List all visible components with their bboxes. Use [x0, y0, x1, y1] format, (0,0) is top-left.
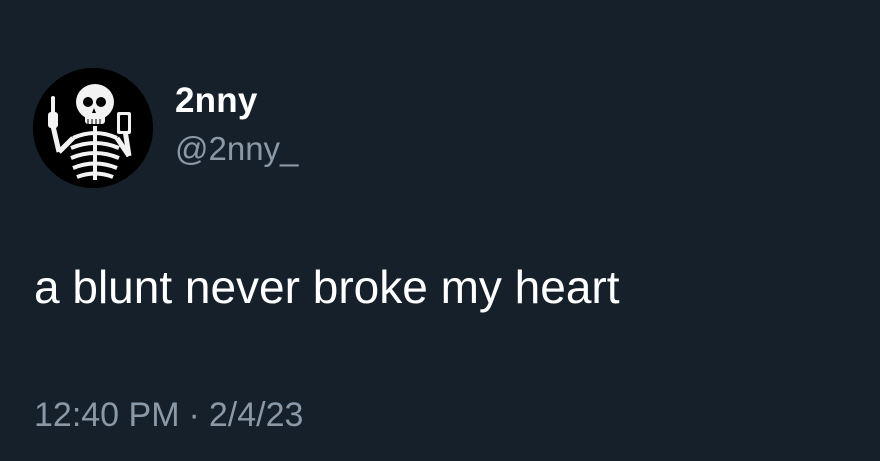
tweet-header: 2nny @2nny_	[33, 68, 298, 188]
author-handle[interactable]: @2nny_	[175, 128, 298, 170]
skeleton-avatar-icon	[33, 68, 153, 188]
avatar[interactable]	[33, 68, 153, 188]
tweet-date[interactable]: 2/4/23	[209, 396, 304, 434]
tweet-time[interactable]: 12:40 PM	[34, 396, 180, 434]
tweet-text: a blunt never broke my heart	[34, 261, 620, 313]
author-names: 2nny @2nny_	[175, 80, 298, 170]
tweet-card: 2nny @2nny_ a blunt never broke my heart…	[0, 0, 880, 461]
meta-separator: ·	[188, 396, 200, 434]
tweet-timestamp: 12:40 PM · 2/4/23	[34, 393, 303, 437]
author-display-name[interactable]: 2nny	[175, 80, 298, 122]
